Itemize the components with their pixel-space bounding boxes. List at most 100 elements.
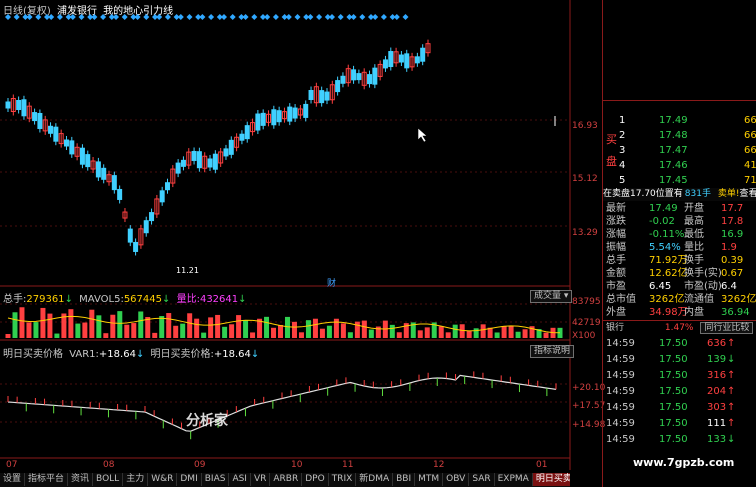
indicator-tab[interactable]: W&R [148,473,178,486]
indicator-tab[interactable]: MTM [415,473,444,486]
indicator-line[interactable] [7,371,557,440]
indicator-tab[interactable]: BBI [393,473,416,486]
indicator-tab[interactable]: ASI [229,473,251,486]
volume-bar [354,321,360,338]
volume-bar [54,333,60,338]
indicator-tab[interactable]: DMI [177,473,202,486]
sector-name[interactable]: 银行 [606,323,624,333]
event-marker-finance[interactable]: 财 [327,276,336,289]
candle-body [260,112,266,126]
indicator-tab[interactable]: 资讯 [68,473,94,486]
volume-bar [396,332,402,338]
trade-price: 17.50 [659,370,688,381]
volume-bar [389,324,395,338]
candlestick-series[interactable] [5,39,556,256]
indicator-tab[interactable]: 明日买卖价格 [532,473,570,486]
indicator-tab[interactable]: 新DMA [356,473,394,486]
candle-body [420,47,426,62]
quote-row: 市盈 6.45 市盈(动) 6.4 [603,280,755,293]
volume-bar [159,316,165,338]
arrow-down-icon: ↓ [238,294,247,305]
indicator-tab[interactable]: BOLL [93,473,124,486]
volume-bar [201,332,207,338]
volume-bar [180,323,186,338]
arrow-up-icon: ↑ [727,370,736,381]
candle-body [239,133,245,141]
sector-change: 1.47% [664,323,694,333]
volume-select-button[interactable]: 成交量 ▾ [530,290,573,303]
candle-body [388,51,394,68]
bid-level-row[interactable]: 5 17.45 71 [603,173,756,189]
volume-bar [494,332,500,338]
price-axis-label: 15.12 [572,174,598,184]
signal-diamond [113,14,119,20]
compare-industry-button[interactable]: 同行业比较 [700,322,754,334]
signal-diamond [48,14,55,20]
indicator-tab[interactable]: SAR [469,473,495,486]
candle-body [292,107,298,119]
candle-body [276,110,282,123]
volume-bar [508,326,514,338]
candle-body [21,99,27,117]
volume-ma: 567445 [123,294,162,305]
volume-total: 279361 [26,294,65,305]
signal-diamond [221,14,227,20]
candle-body [85,154,91,168]
indicator-tab[interactable]: ARBR [270,473,303,486]
volume-bars[interactable] [5,307,563,338]
signal-diamond [199,14,206,20]
volume-bar [110,314,116,338]
candle-body [207,158,213,168]
volume-bar [368,329,374,338]
indicator-tab[interactable]: VR [250,473,271,486]
candle-body [175,162,181,174]
volume-bar [152,332,158,338]
indicator-tab[interactable]: 设置 [0,473,26,486]
trade-price: 17.50 [659,402,688,413]
signal-diamond [372,14,379,20]
signal-diamond [91,14,98,20]
candle-body [228,139,234,155]
signal-diamond [56,14,63,20]
site-watermark: www.7gpzb.com [633,456,735,469]
volume-bar [361,320,367,338]
volume-bar [26,322,32,338]
indicator-price: +18.64 [213,349,251,360]
volume-bar [417,330,423,338]
view-details-link[interactable]: 查看详情 [739,189,756,199]
price-axis-label: 16.93 [572,121,598,131]
volume-bar [103,333,109,338]
signal-diamond [402,14,409,20]
indicator-tab[interactable]: BIAS [201,473,230,486]
candle-body [133,241,139,252]
bid-level-row[interactable]: 3 17.47 66 [603,143,756,159]
bid-price: 17.46 [659,160,688,171]
indicator-tab[interactable]: EXPMA [494,473,533,486]
bid-price: 17.47 [659,145,688,156]
bid-level-row[interactable]: 1 17.49 66 [603,113,756,129]
bid-volume: 41 [744,160,756,171]
indicator-tab[interactable]: OBV [443,473,470,486]
quote-label: 市盈(动) [684,281,722,292]
indicator-tab[interactable]: DPO [302,473,329,486]
arrow-down-icon: ↓ [162,294,171,305]
quote-label: 涨跌 [606,216,626,227]
indicator-tab[interactable]: 主力 [123,473,149,486]
candle-body [244,125,250,140]
indicator-tab[interactable]: TRIX [328,473,357,486]
indicator-tab[interactable]: 指标平台 [25,473,69,486]
indicator-header: 明日买卖价格 VAR1:+18.64↓ 明日买卖价格:+18.64↓ [3,349,260,360]
indicator-help-button[interactable]: 指标说明 [530,345,575,358]
bid-level-row[interactable]: 2 17.48 66 [603,128,756,144]
mouse-cursor-icon [417,127,428,143]
volume-axis-label: X100 [572,331,596,341]
volume-bar [173,325,179,338]
candle-body [143,220,149,234]
candle-body [5,101,11,109]
bid-level-row[interactable]: 4 17.46 41 [603,158,756,174]
signal-diamond [242,14,249,20]
candle-body [48,125,54,134]
quote-row: 总市值 3262亿 流通值 3262亿 [603,293,756,306]
big-order-alert[interactable]: 在卖盘17.70位置有831手 卖单!查看详情 [603,188,756,201]
candle-body [356,73,362,81]
